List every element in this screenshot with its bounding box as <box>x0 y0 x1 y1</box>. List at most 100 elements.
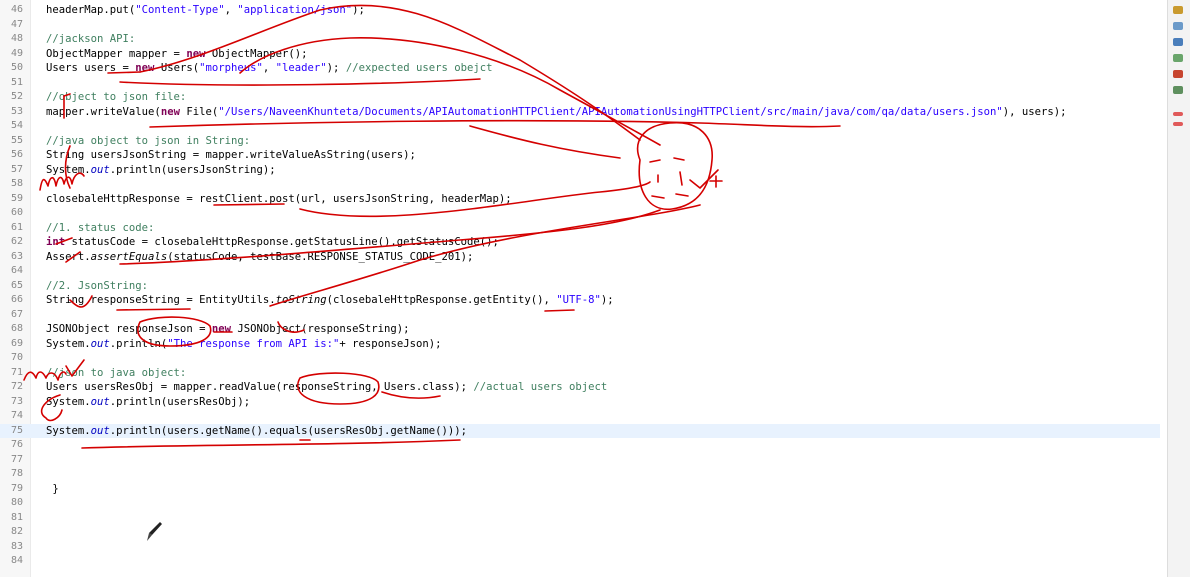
code-line[interactable]: 84 <box>0 554 1160 569</box>
line-number: 76 <box>10 439 23 450</box>
code-line[interactable]: 67 <box>0 308 1160 323</box>
line-number: 60 <box>10 207 23 218</box>
code-text[interactable]: mapper.writeValue(new File("/Users/Navee… <box>46 105 1067 120</box>
code-text[interactable]: System.out.println(users.getName().equal… <box>46 424 467 439</box>
code-line[interactable]: 77 <box>0 453 1160 468</box>
code-line[interactable]: 53 mapper.writeValue(new File("/Users/Nav… <box>0 105 1160 120</box>
code-line[interactable]: 46 headerMap.put("Content-Type", "applica… <box>0 3 1160 18</box>
line-number: 53 <box>10 105 23 117</box>
code-line[interactable]: 74 <box>0 409 1160 424</box>
code-line[interactable]: 49 ObjectMapper mapper = new ObjectMapper… <box>0 47 1160 62</box>
code-line[interactable]: 56 String usersJsonString = mapper.writeV… <box>0 148 1160 163</box>
code-line[interactable]: 83 <box>0 540 1160 555</box>
code-text[interactable]: //1. status code: <box>46 221 154 236</box>
line-number: 49 <box>10 47 23 59</box>
marker-icon[interactable] <box>1173 22 1183 30</box>
line-number: 68 <box>10 323 23 334</box>
code-text[interactable]: String usersJsonString = mapper.writeVal… <box>46 148 416 163</box>
line-number: 54 <box>10 120 23 131</box>
code-line[interactable]: 57 System.out.println(usersJsonString); <box>0 163 1160 178</box>
line-number: 73 <box>10 395 23 407</box>
code-line[interactable]: 65 //2. JsonString: <box>0 279 1160 294</box>
error-marker-icon[interactable] <box>1173 112 1183 116</box>
code-line[interactable]: 52 //object to json file: <box>0 90 1160 105</box>
line-number: 63 <box>10 250 23 262</box>
plugin-icon[interactable] <box>1173 86 1183 94</box>
code-text[interactable]: Assert.assertEquals(statusCode, testBase… <box>46 250 473 265</box>
code-line[interactable]: 78 <box>0 467 1160 482</box>
code-line[interactable]: 47 <box>0 18 1160 33</box>
code-line[interactable]: 48 //jackson API: <box>0 32 1160 47</box>
code-line[interactable]: 61 //1. status code: <box>0 221 1160 236</box>
code-text[interactable]: System.out.println("The response from AP… <box>46 337 441 352</box>
code-text[interactable]: closebaleHttpResponse = restClient.post(… <box>46 192 512 207</box>
line-number: 67 <box>10 308 23 320</box>
code-text[interactable]: //java object to json in String: <box>46 134 250 149</box>
code-text[interactable]: System.out.println(usersResObj); <box>46 395 250 410</box>
code-text[interactable]: ObjectMapper mapper = new ObjectMapper()… <box>46 47 308 62</box>
code-line[interactable]: 68 JSONObject responseJson = new JSONObje… <box>0 322 1160 337</box>
code-text[interactable]: } <box>46 482 58 497</box>
line-number: 47 <box>10 18 23 30</box>
code-line[interactable]: 59 closebaleHttpResponse = restClient.pos… <box>0 192 1160 207</box>
code-line[interactable]: 82 <box>0 525 1160 540</box>
code-text[interactable]: System.out.println(usersJsonString); <box>46 163 276 178</box>
line-number: 64 <box>10 265 23 276</box>
code-line[interactable]: 62 int statusCode = closebaleHttpResponse… <box>0 235 1160 250</box>
code-line[interactable]: 72 Users usersResObj = mapper.readValue(r… <box>0 380 1160 395</box>
code-line[interactable]: 64 <box>0 264 1160 279</box>
error-icon[interactable] <box>1173 38 1183 46</box>
code-line[interactable]: 71 //json to java object: <box>0 366 1160 381</box>
line-number: 59 <box>10 192 23 204</box>
code-text[interactable]: //object to json file: <box>46 90 186 105</box>
line-number: 74 <box>10 410 23 421</box>
line-number: 69 <box>10 337 23 349</box>
warning-icon[interactable] <box>1173 54 1183 62</box>
code-line[interactable]: 69 System.out.println("The response from … <box>0 337 1160 352</box>
line-number: 83 <box>10 540 23 552</box>
code-line[interactable]: 60 <box>0 206 1160 221</box>
code-text[interactable]: JSONObject responseJson = new JSONObject… <box>46 322 410 337</box>
line-number: 61 <box>10 221 23 233</box>
code-line[interactable]: 73 System.out.println(usersResObj); <box>0 395 1160 410</box>
code-line[interactable]: 54 <box>0 119 1160 134</box>
line-number: 82 <box>10 526 23 537</box>
code-line[interactable]: 75 System.out.println(users.getName().equ… <box>0 423 1160 439</box>
code-line[interactable]: 66 String responseString = EntityUtils.to… <box>0 293 1160 308</box>
code-line[interactable]: 51 <box>0 76 1160 91</box>
error-marker-icon[interactable] <box>1173 122 1183 126</box>
code-line[interactable]: 76 <box>0 438 1160 453</box>
code-text[interactable]: int statusCode = closebaleHttpResponse.g… <box>46 235 499 250</box>
line-number: 57 <box>10 163 23 175</box>
line-number: 72 <box>10 381 23 392</box>
code-text[interactable]: Users usersResObj = mapper.readValue(res… <box>46 380 607 395</box>
code-line[interactable]: 58 <box>0 177 1160 192</box>
line-number: 77 <box>10 453 23 465</box>
code-line[interactable]: 55 //java object to json in String: <box>0 134 1160 149</box>
code-line[interactable]: 50 Users users = new Users("morpheus", "l… <box>0 61 1160 76</box>
code-line[interactable]: 63 Assert.assertEquals(statusCode, testBa… <box>0 250 1160 265</box>
line-number: 70 <box>10 352 23 363</box>
overview-ruler[interactable] <box>1167 0 1190 577</box>
code-line[interactable]: 81 <box>0 511 1160 526</box>
line-number: 80 <box>10 497 23 508</box>
line-number: 56 <box>10 149 23 160</box>
line-number: 55 <box>10 134 23 146</box>
code-text[interactable]: String responseString = EntityUtils.toSt… <box>46 293 614 308</box>
code-text[interactable]: //2. JsonString: <box>46 279 148 294</box>
pen-cursor-icon <box>147 522 162 541</box>
code-text[interactable]: headerMap.put("Content-Type", "applicati… <box>46 3 365 18</box>
code-line[interactable]: 80 <box>0 496 1160 511</box>
code-text[interactable]: //jackson API: <box>46 32 135 47</box>
code-line[interactable]: 70 <box>0 351 1160 366</box>
line-number: 75 <box>10 424 23 436</box>
line-number: 46 <box>10 4 23 15</box>
task-icon[interactable] <box>1173 6 1183 14</box>
code-editor[interactable]: 46 headerMap.put("Content-Type", "applica… <box>0 0 1168 577</box>
line-number: 51 <box>10 76 23 88</box>
code-line[interactable]: 79 } <box>0 482 1160 497</box>
bookmark-icon[interactable] <box>1173 70 1183 78</box>
line-number: 78 <box>10 468 23 479</box>
code-text[interactable]: Users users = new Users("morpheus", "lea… <box>46 61 493 76</box>
code-text[interactable]: //json to java object: <box>46 366 186 381</box>
